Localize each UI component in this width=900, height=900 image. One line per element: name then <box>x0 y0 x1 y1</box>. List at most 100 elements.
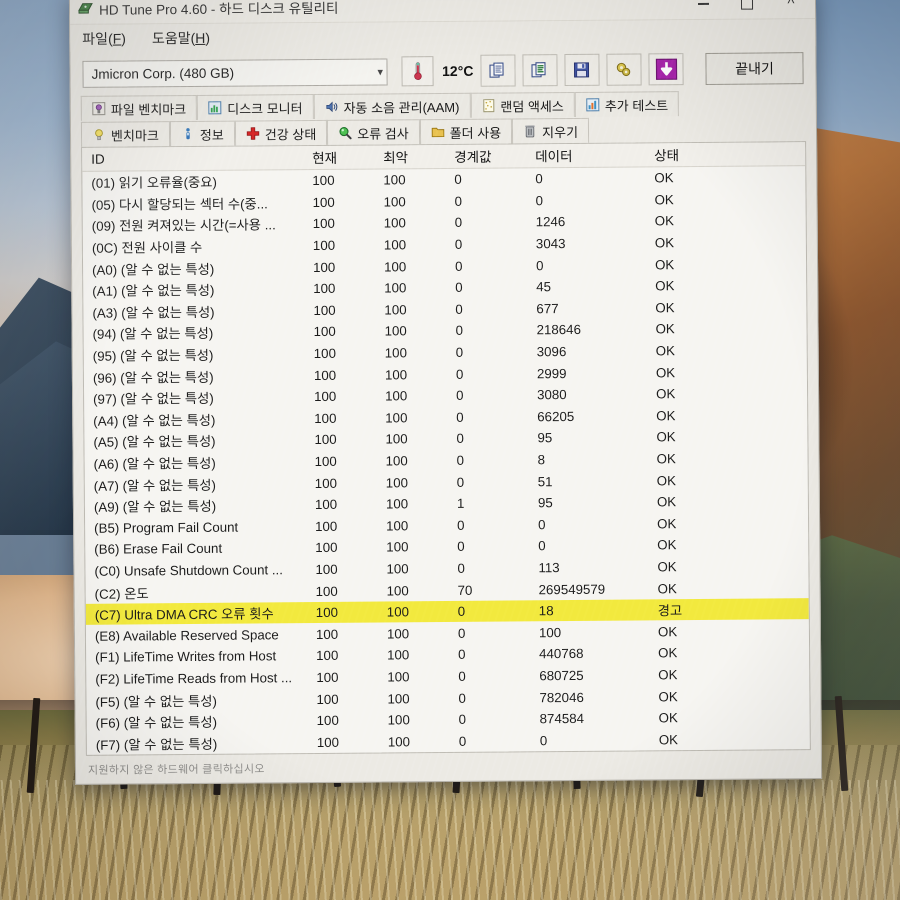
cell-data: 0 <box>539 732 548 748</box>
cell-worst: 100 <box>383 237 407 253</box>
temperature-value: 12°C <box>442 62 474 80</box>
cell-worst: 100 <box>385 388 408 404</box>
cell-id: (01) 읽기 오류율(중요) <box>91 175 217 192</box>
smart-attributes-panel: ID 현재 최악 경계값 데이터 상태 (01) 읽기 오류율(중요) 100 10… <box>81 141 811 756</box>
cell-threshold: 0 <box>458 733 467 749</box>
cell-current: 100 <box>313 302 336 318</box>
cell-status: OK <box>656 386 676 402</box>
tab-folder-usage[interactable]: 폴더 사용 <box>419 118 513 145</box>
cell-worst: 100 <box>386 604 410 620</box>
cell-current: 100 <box>314 497 338 513</box>
cell-data: 3096 <box>536 344 567 360</box>
cell-current: 100 <box>312 194 335 210</box>
cell-id: (A6) (알 수 없는 특성) <box>93 455 216 472</box>
cell-threshold: 0 <box>456 388 464 404</box>
cell-status: OK <box>658 731 679 748</box>
cell-worst: 100 <box>384 345 407 361</box>
cell-data: 66205 <box>537 408 575 425</box>
cell-id: (0C) 전원 사이클 수 <box>91 239 203 256</box>
cell-id: (A4) (알 수 없는 특성) <box>93 412 216 429</box>
cell-current: 100 <box>316 669 339 685</box>
status-bar: 지원하지 않은 하드웨어 클릭하십시오 <box>76 750 821 784</box>
cell-id: (09) 전원 켜져있는 시간(=사용 ... <box>91 217 276 235</box>
tab-aam[interactable]: 자동 소음 관리(AAM) <box>313 92 471 120</box>
cell-data: 1246 <box>535 214 566 230</box>
cell-current: 100 <box>315 561 338 577</box>
cell-id: (C0) Unsafe Shutdown Count ... <box>94 562 283 579</box>
cell-worst: 100 <box>385 431 408 447</box>
cell-current: 100 <box>313 345 336 362</box>
tab-file-benchmark[interactable]: 파일 벤치마크 <box>80 94 198 121</box>
window-controls: ^ <box>681 0 813 19</box>
column-header-worst[interactable]: 최악 <box>374 146 445 167</box>
cell-data: 3080 <box>537 387 567 403</box>
cell-threshold: 0 <box>456 474 465 490</box>
column-header-status[interactable]: 상태 <box>645 145 679 165</box>
cell-threshold: 0 <box>455 366 464 382</box>
copy-text-button[interactable] <box>522 54 558 87</box>
cell-status: OK <box>658 667 678 683</box>
cell-current: 100 <box>315 540 338 556</box>
cell-threshold: 0 <box>455 280 463 296</box>
tab-random-access[interactable]: 랜덤 액세스 <box>470 91 575 118</box>
cell-worst: 100 <box>383 194 406 210</box>
tab-erase[interactable]: 지우기 <box>512 117 590 144</box>
save-button[interactable] <box>564 53 600 87</box>
column-header-data[interactable]: 데이터 <box>526 145 645 166</box>
tab-label: 정보 <box>199 127 224 143</box>
hdd-icon <box>78 2 93 14</box>
magnifier-icon <box>339 127 352 140</box>
cell-worst: 100 <box>387 690 410 706</box>
cell-data: 0 <box>535 171 543 187</box>
window-title: HD Tune Pro 4.60 - 하드 디스크 유틸리티 <box>98 0 339 18</box>
cell-current: 100 <box>313 367 337 383</box>
column-header-current[interactable]: 현재 <box>303 147 374 168</box>
cell-worst: 100 <box>386 518 409 534</box>
tab-label: 자동 소음 관리(AAM) <box>343 99 460 116</box>
cell-current: 100 <box>313 259 336 275</box>
cell-threshold: 0 <box>457 517 465 533</box>
cell-threshold: 0 <box>458 690 466 706</box>
cell-data: 45 <box>536 279 552 295</box>
down-arrow-icon <box>655 58 677 80</box>
menu-file[interactable]: 파일(F) <box>82 28 126 48</box>
cell-status: OK <box>654 256 675 272</box>
cell-threshold: 0 <box>456 409 464 425</box>
cell-worst: 100 <box>384 302 407 318</box>
column-header-threshold[interactable]: 경계값 <box>445 146 526 167</box>
copy-screenshot-button[interactable] <box>480 54 516 87</box>
cell-worst: 100 <box>383 172 406 188</box>
random-access-icon <box>482 99 494 113</box>
cell-id: (A0) (알 수 없는 특성) <box>92 261 215 278</box>
cell-id: (05) 다시 할당되는 섹터 수(중... <box>91 196 268 213</box>
trash-icon <box>525 125 535 138</box>
tab-health-status[interactable]: 건강 상태 <box>234 119 328 146</box>
download-button[interactable] <box>648 53 684 86</box>
tab-extra-test[interactable]: 추가 테스트 <box>574 91 680 117</box>
cell-worst: 100 <box>384 280 407 296</box>
minimize-button[interactable] <box>681 0 725 18</box>
tab-benchmark[interactable]: 벤치마크 <box>80 121 170 147</box>
cell-id: (94) (알 수 없는 특성) <box>92 326 214 343</box>
cell-status: OK <box>655 343 676 359</box>
cell-current: 100 <box>315 518 338 534</box>
tab-error-scan[interactable]: 오류 검사 <box>327 119 420 145</box>
cell-current: 100 <box>312 237 336 254</box>
red-cross-icon <box>246 127 259 140</box>
close-button[interactable]: ^ <box>769 0 813 17</box>
exit-button[interactable]: 끝내기 <box>705 52 804 85</box>
tab-disk-monitor[interactable]: 디스크 모니터 <box>197 94 314 120</box>
tab-label: 벤치마크 <box>110 127 159 144</box>
settings-button[interactable] <box>606 53 642 86</box>
column-header-id[interactable]: ID <box>82 150 303 167</box>
maximize-button[interactable] <box>725 0 769 18</box>
drive-select[interactable]: Jmicron Corp. (480 GB) ▾ <box>82 57 389 88</box>
cell-worst: 100 <box>387 669 410 685</box>
cell-status: OK <box>657 623 678 640</box>
cell-id: (F1) LifeTime Writes from Host <box>95 648 277 666</box>
cell-id: (F2) LifeTime Reads from Host ... <box>95 670 293 687</box>
tab-info[interactable]: 정보 <box>169 120 235 147</box>
menu-help[interactable]: 도움말(H) <box>152 27 210 47</box>
cell-worst: 100 <box>387 712 410 728</box>
file-benchmark-icon <box>92 102 106 116</box>
